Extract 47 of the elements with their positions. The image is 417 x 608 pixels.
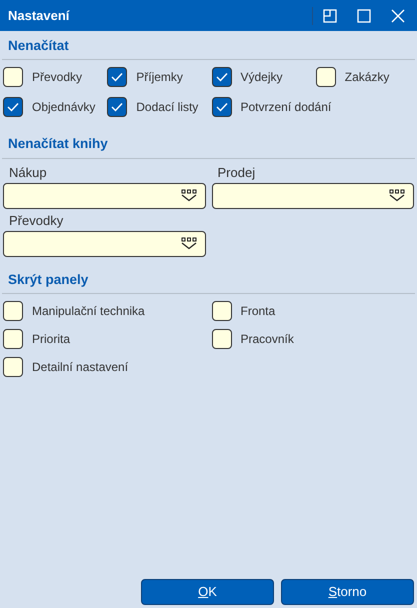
checkbox-label: Pracovník bbox=[240, 330, 294, 348]
checkbox-label: Detailní nastavení bbox=[32, 358, 128, 376]
section-heading: Skrýt panely bbox=[7, 270, 90, 289]
checkbox-label: Potvrzení dodání bbox=[240, 99, 332, 116]
field-label: Nákup bbox=[8, 164, 48, 182]
checkmark-icon bbox=[216, 72, 228, 82]
checkbox-label: Převodky bbox=[32, 69, 82, 86]
dropdown-field[interactable] bbox=[3, 230, 206, 256]
section-heading: Nenačítat knihy bbox=[7, 135, 109, 154]
checkbox[interactable] bbox=[3, 67, 23, 88]
restore-icon[interactable] bbox=[323, 8, 337, 22]
checkmark-icon bbox=[7, 102, 19, 112]
dropdown-icon bbox=[180, 189, 196, 202]
checkbox[interactable] bbox=[212, 328, 232, 349]
checkbox-label: Zakázky bbox=[344, 69, 390, 86]
dropdown-icon bbox=[180, 237, 196, 250]
checkmark-icon bbox=[111, 102, 124, 112]
checkbox[interactable] bbox=[212, 300, 232, 321]
dialog-button[interactable]: OK bbox=[141, 579, 274, 605]
checkbox[interactable] bbox=[212, 67, 232, 88]
maximize-icon[interactable] bbox=[357, 8, 371, 22]
field-label: Převodky bbox=[8, 212, 64, 230]
field-label: Prodej bbox=[216, 164, 256, 182]
section-heading: Nenačítat bbox=[7, 37, 70, 55]
checkbox[interactable] bbox=[3, 97, 23, 118]
checkbox-label: Příjemky bbox=[136, 69, 183, 86]
checkbox[interactable] bbox=[316, 67, 336, 88]
dropdown-field[interactable] bbox=[212, 182, 414, 208]
checkbox-label: Fronta bbox=[240, 302, 276, 320]
dropdown-icon bbox=[389, 189, 405, 202]
checkbox[interactable] bbox=[212, 97, 232, 118]
dropdown-field[interactable] bbox=[3, 182, 206, 208]
checkbox-label: Výdejky bbox=[240, 69, 283, 86]
checkmark-icon bbox=[111, 72, 124, 82]
checkbox-label: Dodací listy bbox=[136, 99, 198, 116]
checkbox[interactable] bbox=[107, 67, 128, 88]
checkbox-label: Objednávky bbox=[32, 99, 96, 116]
window-title: Nastavení bbox=[8, 6, 71, 25]
checkbox[interactable] bbox=[3, 356, 23, 377]
close-icon[interactable] bbox=[391, 8, 405, 22]
checkbox[interactable] bbox=[3, 300, 23, 321]
checkbox[interactable] bbox=[107, 97, 128, 118]
checkmark-icon bbox=[216, 102, 228, 112]
checkbox-label: Manipulační technika bbox=[32, 302, 145, 320]
checkbox[interactable] bbox=[3, 328, 23, 349]
dialog-button[interactable]: Storno bbox=[281, 579, 414, 605]
checkbox-label: Priorita bbox=[32, 330, 70, 348]
